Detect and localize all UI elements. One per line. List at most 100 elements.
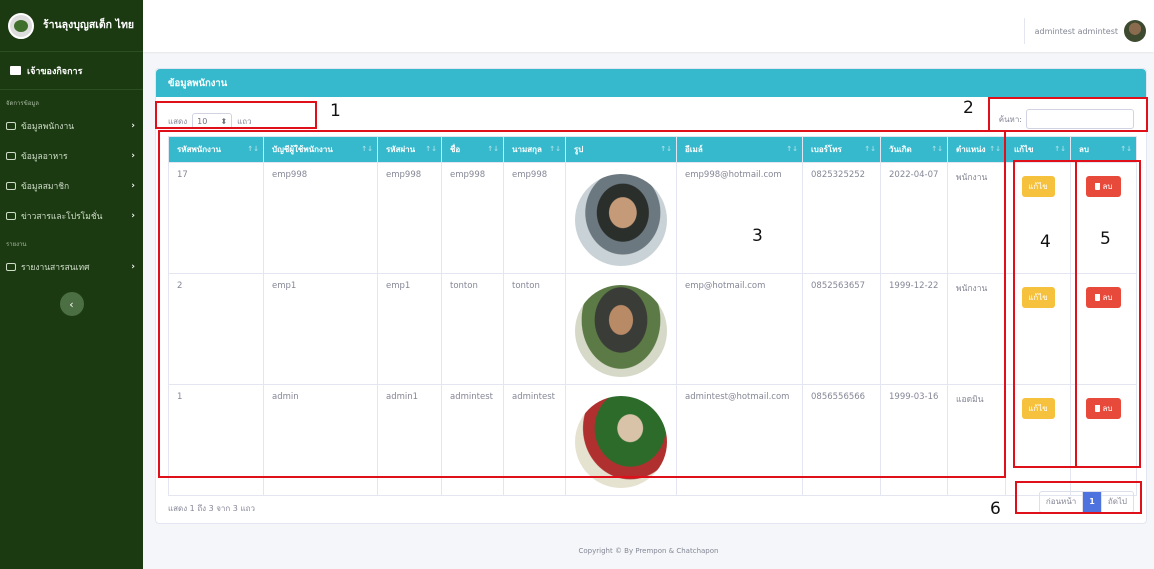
column-label: แก้ไข xyxy=(1014,145,1034,154)
sort-icon: ↑↓ xyxy=(361,145,373,153)
column-header[interactable]: วันเกิด ↑↓ xyxy=(880,136,948,163)
edit-button[interactable]: แก้ไข xyxy=(1021,287,1055,308)
chevron-right-icon: › xyxy=(131,121,135,131)
user-menu[interactable]: admintest admintest xyxy=(1023,18,1146,44)
sidebar-item-report[interactable]: รายงานสารสนเทศ › xyxy=(0,252,143,282)
trash-icon xyxy=(1094,405,1100,412)
annotation-number-1: 1 xyxy=(330,101,341,121)
sidebar-item-label: รายงานสารสนเทศ xyxy=(21,263,90,273)
page-length-value: 10 xyxy=(197,116,208,126)
sidebar-item-owner[interactable]: เจ้าของกิจการ xyxy=(0,52,143,90)
cell-email: emp@hotmail.com xyxy=(676,273,803,385)
food-icon xyxy=(6,152,16,160)
edit-button[interactable]: แก้ไข xyxy=(1021,176,1055,197)
annotation-number-4: 4 xyxy=(1040,232,1051,252)
sidebar-item-employees[interactable]: ข้อมูลพนักงาน › xyxy=(0,111,143,141)
cell-position: พนักงาน xyxy=(947,162,1006,274)
sort-icon: ↑↓ xyxy=(786,145,798,153)
delete-button[interactable]: ลบ xyxy=(1086,176,1121,197)
table-row: 17 emp998 emp998 emp998 emp998 emp998@ho… xyxy=(168,162,1137,274)
cell-photo xyxy=(565,384,677,496)
sidebar-item-label: ข้อมูลอาหาร xyxy=(21,152,68,162)
cell-phone: 0825325252 xyxy=(802,162,881,274)
column-header[interactable]: เบอร์โทร ↑↓ xyxy=(802,136,881,163)
cell-email: emp998@hotmail.com xyxy=(676,162,803,274)
sort-icon: ↑↓ xyxy=(1054,145,1066,153)
cell-last-name: emp998 xyxy=(503,162,566,274)
table-row: 2 emp1 emp1 tonton tonton emp@hotmail.co… xyxy=(168,273,1137,385)
column-header[interactable]: อีเมล์ ↑↓ xyxy=(676,136,803,163)
chevron-right-icon: › xyxy=(131,262,135,272)
cell-last-name: tonton xyxy=(503,273,566,385)
delete-label: ลบ xyxy=(1102,404,1113,413)
search-input[interactable] xyxy=(1026,109,1134,129)
sort-icon: ↑↓ xyxy=(989,145,1001,153)
cell-username: emp1 xyxy=(263,273,378,385)
cell-delete: ลบ xyxy=(1070,384,1137,496)
prev-page-button[interactable]: ก่อนหน้า xyxy=(1040,492,1082,512)
user-name: admintest admintest xyxy=(1034,26,1118,36)
sidebar-item-news[interactable]: ข่าวสารและโปรโมชั่น › xyxy=(0,201,143,231)
footer-copyright: Copyright © By Prempon & Chatchapon xyxy=(578,547,719,555)
page-button-current[interactable]: 1 xyxy=(1082,492,1101,512)
sort-icon: ↑↓ xyxy=(1120,145,1132,153)
column-label: รหัสพนักงาน xyxy=(177,145,221,154)
cell-birthdate: 1999-03-16 xyxy=(880,384,948,496)
avatar[interactable] xyxy=(1124,20,1146,42)
cell-edit: แก้ไข xyxy=(1005,162,1071,274)
trash-icon xyxy=(1094,294,1100,301)
brand[interactable]: ร้านลุงบุญสเต็ก ไทย xyxy=(0,0,143,52)
sort-icon: ↑↓ xyxy=(864,145,876,153)
cell-birthdate: 1999-12-22 xyxy=(880,273,948,385)
cell-id: 1 xyxy=(168,384,264,496)
column-header[interactable]: ชื่อ ↑↓ xyxy=(441,136,504,163)
delete-button[interactable]: ลบ xyxy=(1086,398,1121,419)
sidebar-item-members[interactable]: ข้อมูลสมาชิก › xyxy=(0,171,143,201)
cell-photo xyxy=(565,162,677,274)
column-header[interactable]: นามสกุล ↑↓ xyxy=(503,136,566,163)
column-label: รหัสผ่าน xyxy=(386,145,416,154)
column-header[interactable]: รหัสพนักงาน ↑↓ xyxy=(168,136,264,163)
column-header[interactable]: ลบ ↑↓ xyxy=(1070,136,1137,163)
trash-icon xyxy=(1094,183,1100,190)
cell-delete: ลบ xyxy=(1070,162,1137,274)
column-header[interactable]: ตำแหน่ง ↑↓ xyxy=(947,136,1006,163)
cell-first-name: tonton xyxy=(441,273,504,385)
sort-icon: ↑↓ xyxy=(425,145,437,153)
sort-icon: ↑↓ xyxy=(931,145,943,153)
cell-password: emp998 xyxy=(377,162,442,274)
column-header[interactable]: บัญชีผู้ใช้พนักงาน ↑↓ xyxy=(263,136,378,163)
pagination: ก่อนหน้า 1 ถัดไป xyxy=(1038,491,1134,513)
cell-password: admin1 xyxy=(377,384,442,496)
sidebar-toggle-button[interactable]: ‹ xyxy=(59,292,84,316)
cell-delete: ลบ xyxy=(1070,273,1137,385)
column-header[interactable]: รหัสผ่าน ↑↓ xyxy=(377,136,442,163)
sort-icon: ↑↓ xyxy=(549,145,561,153)
next-page-button[interactable]: ถัดไป xyxy=(1100,492,1133,512)
page-length-select[interactable]: 10 ⬍ xyxy=(192,113,233,129)
cell-edit: แก้ไข xyxy=(1005,384,1071,496)
cell-first-name: emp998 xyxy=(441,162,504,274)
employee-photo xyxy=(575,396,667,488)
sidebar-item-food[interactable]: ข้อมูลอาหาร › xyxy=(0,141,143,171)
column-label: ชื่อ xyxy=(450,145,461,154)
chevron-right-icon: › xyxy=(131,211,135,221)
column-label: เบอร์โทร xyxy=(811,145,842,154)
cell-username: admin xyxy=(263,384,378,496)
column-header[interactable]: แก้ไข ↑↓ xyxy=(1005,136,1071,163)
column-label: บัญชีผู้ใช้พนักงาน xyxy=(272,145,333,154)
edit-button[interactable]: แก้ไข xyxy=(1021,398,1055,419)
megaphone-icon xyxy=(6,212,16,220)
column-header[interactable]: รูป ↑↓ xyxy=(565,136,677,163)
cell-id: 2 xyxy=(168,273,264,385)
length-prefix: แสดง xyxy=(168,116,188,126)
sort-icon: ↑↓ xyxy=(487,145,499,153)
sidebar-item-label: เจ้าของกิจการ xyxy=(27,66,83,77)
search-control: ค้นหา: xyxy=(999,109,1134,129)
chevron-right-icon: › xyxy=(131,181,135,191)
delete-button[interactable]: ลบ xyxy=(1086,287,1121,308)
table-info: แสดง 1 ถึง 3 จาก 3 แถว xyxy=(168,504,255,513)
length-suffix: แถว xyxy=(237,116,252,126)
sidebar-item-label: ข้อมูลพนักงาน xyxy=(21,122,75,132)
cell-id: 17 xyxy=(168,162,264,274)
